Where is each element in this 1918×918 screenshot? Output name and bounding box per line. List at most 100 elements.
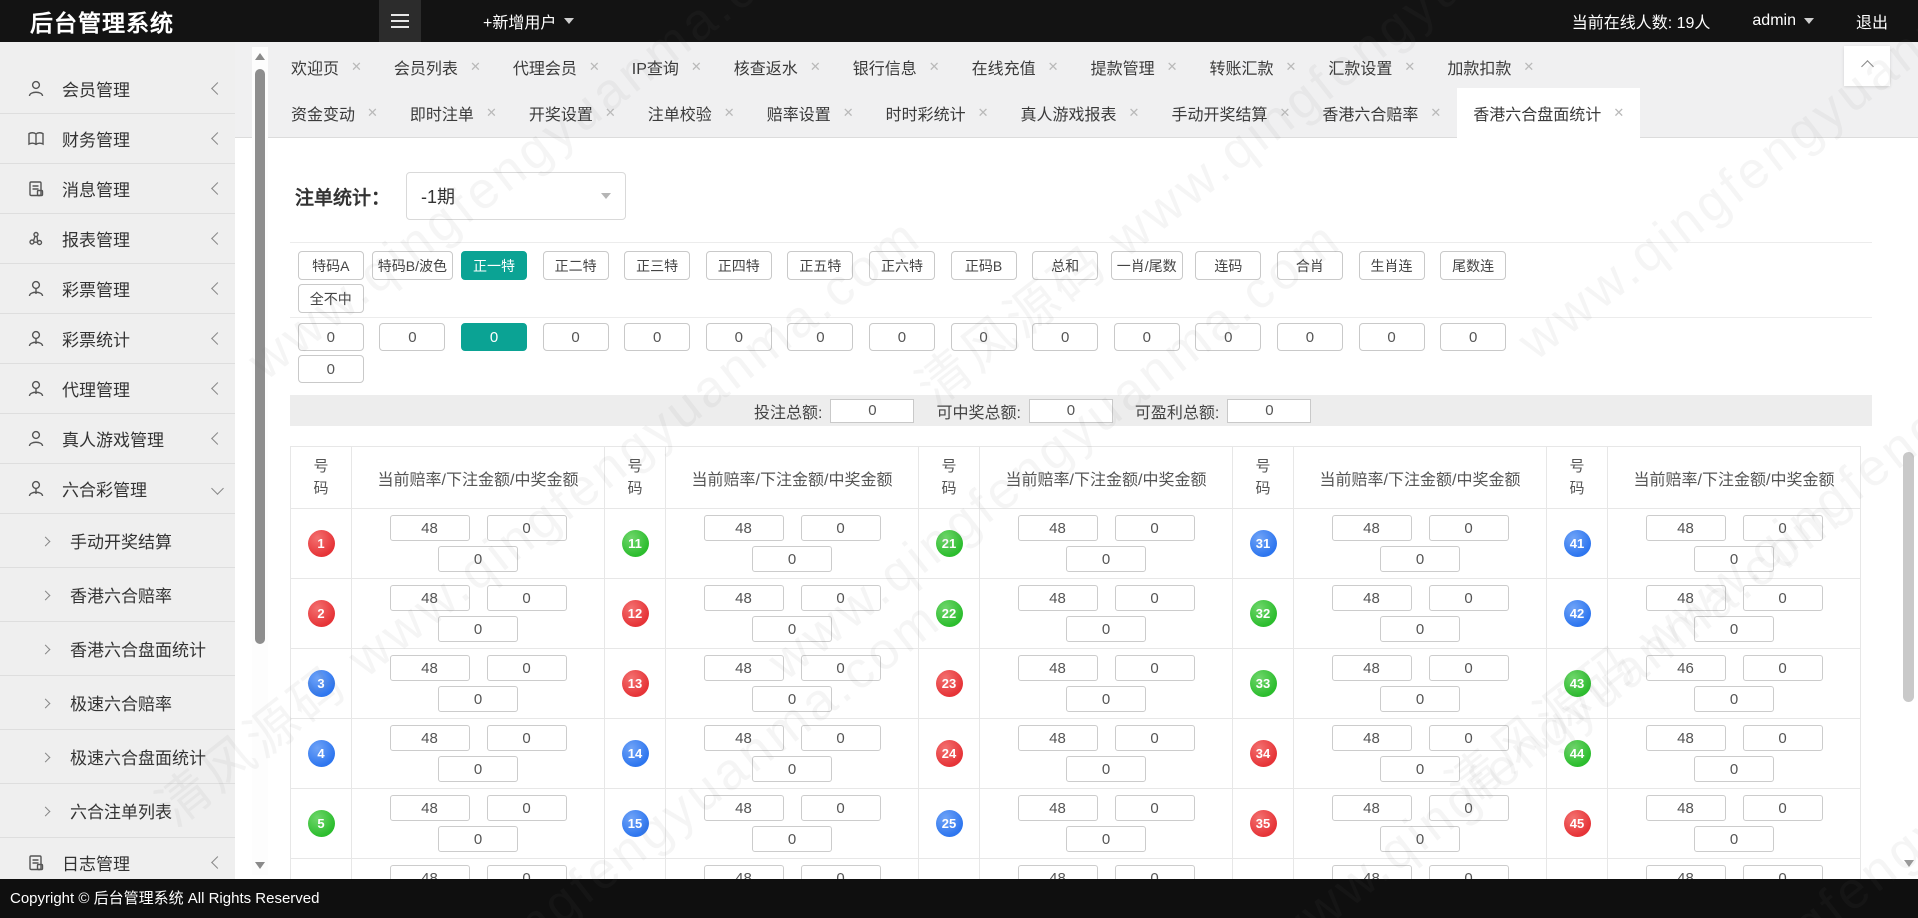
close-icon[interactable]: ✕ (691, 59, 702, 75)
sidebar-subitem-香港六合赔率[interactable]: 香港六合赔率 (0, 568, 235, 622)
win-amount-input[interactable] (1694, 546, 1774, 572)
sidebar-subitem-极速六合赔率[interactable]: 极速六合赔率 (0, 676, 235, 730)
win-amount-input[interactable] (438, 756, 518, 782)
odds-input[interactable] (1646, 725, 1726, 751)
hamburger-menu-icon[interactable] (379, 0, 421, 42)
bet-amount-input[interactable] (624, 323, 690, 351)
bet-amount-input[interactable] (1195, 323, 1261, 351)
odds-input[interactable] (390, 865, 470, 879)
odds-input[interactable] (1646, 515, 1726, 541)
tab-真人游戏报表[interactable]: 真人游戏报表✕ (1005, 88, 1156, 138)
close-icon[interactable]: ✕ (589, 59, 600, 75)
tab-核查返水[interactable]: 核查返水✕ (718, 46, 837, 88)
bet-amount-input[interactable] (1277, 323, 1343, 351)
collapse-tabs-button[interactable] (1844, 46, 1890, 86)
bet-amount-input[interactable] (487, 655, 567, 681)
win-amount-input[interactable] (438, 826, 518, 852)
sidebar-subitem-手动开奖结算[interactable]: 手动开奖结算 (0, 514, 235, 568)
odds-input[interactable] (1332, 515, 1412, 541)
odds-input[interactable] (390, 795, 470, 821)
scroll-up-arrow-icon[interactable] (255, 53, 265, 60)
bet-amount-input[interactable] (487, 795, 567, 821)
sidebar-subitem-极速六合盘面统计[interactable]: 极速六合盘面统计 (0, 730, 235, 784)
tab-在线充值[interactable]: 在线充值✕ (956, 46, 1075, 88)
bet-amount-input[interactable] (1115, 585, 1195, 611)
bet-amount-input[interactable] (801, 585, 881, 611)
summary-value-input[interactable] (1227, 399, 1311, 423)
bet-amount-input[interactable] (869, 323, 935, 351)
close-icon[interactable]: ✕ (1048, 59, 1059, 75)
win-amount-input[interactable] (1380, 826, 1460, 852)
bet-amount-input[interactable] (1114, 323, 1180, 351)
odds-input[interactable] (390, 725, 470, 751)
bet-amount-input[interactable] (1115, 515, 1195, 541)
bet-amount-input[interactable] (298, 355, 364, 383)
sidebar-item-消息管理[interactable]: 消息管理 (0, 164, 235, 214)
odds-input[interactable] (1018, 795, 1098, 821)
bet-type-button-连码[interactable]: 连码 (1195, 251, 1261, 280)
tab-汇款设置[interactable]: 汇款设置✕ (1312, 46, 1431, 88)
win-amount-input[interactable] (752, 686, 832, 712)
bet-amount-input[interactable] (1429, 585, 1509, 611)
odds-input[interactable] (704, 585, 784, 611)
tab-会员列表[interactable]: 会员列表✕ (378, 46, 497, 88)
bet-amount-input[interactable] (487, 725, 567, 751)
bet-amount-input[interactable] (1115, 655, 1195, 681)
bet-amount-input[interactable] (1115, 795, 1195, 821)
win-amount-input[interactable] (1694, 756, 1774, 782)
win-amount-input[interactable] (1380, 616, 1460, 642)
sidebar-item-财务管理[interactable]: 财务管理 (0, 114, 235, 164)
tab-时时彩统计[interactable]: 时时彩统计✕ (870, 88, 1005, 138)
sidebar-item-报表管理[interactable]: 报表管理 (0, 214, 235, 264)
bet-amount-input[interactable] (1743, 585, 1823, 611)
bet-type-button-全不中[interactable]: 全不中 (298, 284, 364, 313)
bet-amount-input[interactable] (801, 725, 881, 751)
tab-注单校验[interactable]: 注单校验✕ (632, 88, 751, 138)
bet-amount-input[interactable] (1429, 725, 1509, 751)
bet-amount-input[interactable] (801, 515, 881, 541)
tab-手动开奖结算[interactable]: 手动开奖结算✕ (1155, 88, 1306, 138)
close-icon[interactable]: ✕ (1613, 105, 1624, 121)
win-amount-input[interactable] (438, 686, 518, 712)
scrollbar-thumb[interactable] (255, 69, 265, 644)
close-icon[interactable]: ✕ (1430, 105, 1441, 121)
content-scrollbar[interactable] (1902, 47, 1916, 875)
close-icon[interactable]: ✕ (1523, 59, 1534, 75)
sidebar-item-日志管理[interactable]: 日志管理 (0, 838, 235, 879)
bet-type-button-特码B/波色[interactable]: 特码B/波色 (372, 251, 453, 280)
tab-欢迎页[interactable]: 欢迎页✕ (275, 46, 378, 88)
bet-amount-input[interactable] (1359, 323, 1425, 351)
bet-amount-input[interactable] (1115, 865, 1195, 879)
sidebar-item-彩票管理[interactable]: 彩票管理 (0, 264, 235, 314)
tab-香港六合赔率[interactable]: 香港六合赔率✕ (1306, 88, 1457, 138)
bet-type-button-尾数连[interactable]: 尾数连 (1440, 251, 1506, 280)
bet-amount-input[interactable] (1743, 865, 1823, 879)
tab-加款扣款[interactable]: 加款扣款✕ (1431, 46, 1550, 88)
bet-type-button-总和[interactable]: 总和 (1032, 251, 1098, 280)
win-amount-input[interactable] (438, 616, 518, 642)
sidebar-scrollbar[interactable] (252, 47, 268, 875)
bet-type-button-正五特[interactable]: 正五特 (787, 251, 853, 280)
tab-IP查询[interactable]: IP查询✕ (616, 46, 718, 88)
tab-开奖设置[interactable]: 开奖设置✕ (513, 88, 632, 138)
close-icon[interactable]: ✕ (724, 105, 735, 121)
scrollbar-thumb[interactable] (1903, 452, 1914, 702)
tab-香港六合盘面统计[interactable]: 香港六合盘面统计✕ (1457, 88, 1640, 138)
win-amount-input[interactable] (1694, 686, 1774, 712)
close-icon[interactable]: ✕ (351, 59, 362, 75)
close-icon[interactable]: ✕ (605, 105, 616, 121)
bet-amount-input[interactable] (379, 323, 445, 351)
odds-input[interactable] (390, 655, 470, 681)
user-menu[interactable]: admin (1752, 12, 1814, 30)
odds-input[interactable] (1646, 795, 1726, 821)
win-amount-input[interactable] (752, 546, 832, 572)
win-amount-input[interactable] (1066, 616, 1146, 642)
odds-input[interactable] (1018, 725, 1098, 751)
win-amount-input[interactable] (1066, 686, 1146, 712)
win-amount-input[interactable] (752, 756, 832, 782)
bet-amount-input[interactable] (1440, 323, 1506, 351)
sidebar-item-真人游戏管理[interactable]: 真人游戏管理 (0, 414, 235, 464)
win-amount-input[interactable] (1380, 546, 1460, 572)
win-amount-input[interactable] (752, 826, 832, 852)
add-user-button[interactable]: +新增用户 (483, 9, 574, 33)
